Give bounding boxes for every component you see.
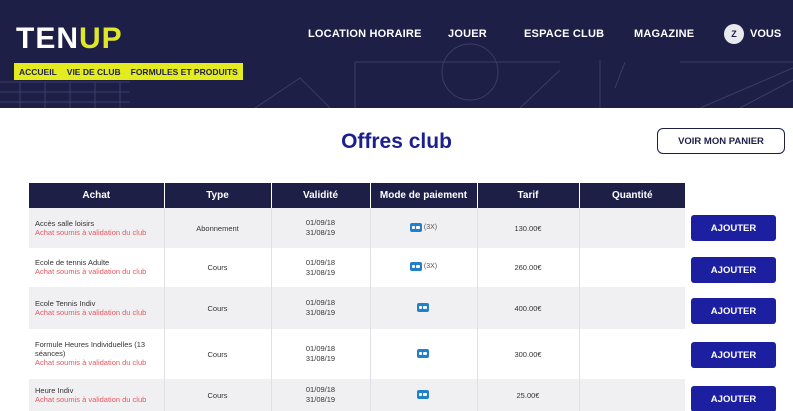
avatar: Z	[724, 24, 744, 44]
cell-tarif: 130.00€	[477, 208, 580, 248]
offer-name: Accès salle loisirs	[35, 218, 95, 228]
cell-tarif: 25.00€	[477, 379, 580, 411]
nav-location-horaire[interactable]: LOCATION HORAIRE	[308, 28, 422, 40]
offer-name: Heure Indiv	[35, 385, 74, 395]
validity-to: 31/08/19	[305, 395, 336, 404]
cell-tarif: 260.00€	[477, 248, 580, 287]
logo-text-up: UP	[79, 22, 123, 55]
validity-to: 31/08/19	[305, 308, 336, 317]
cell-validite: 01/09/18 31/08/19	[271, 248, 371, 287]
validity-from: 01/09/18	[305, 298, 336, 307]
cell-validite: 01/09/18 31/08/19	[271, 329, 371, 379]
validation-note: Achat soumis à validation du club	[35, 227, 147, 237]
add-to-cart-button[interactable]: AJOUTER	[691, 215, 776, 241]
account-label: VOUS	[750, 28, 782, 40]
cell-validite: 01/09/18 31/08/19	[271, 208, 371, 248]
cell-payment: (3X)	[370, 248, 478, 287]
tenup-logo[interactable]: TENUP	[16, 22, 123, 56]
nav-espace-club[interactable]: ESPACE CLUB	[524, 28, 604, 40]
view-cart-button[interactable]: VOIR MON PANIER	[657, 128, 785, 154]
offer-name: Ecole Tennis Indiv	[35, 298, 96, 308]
column-header-achat: Achat	[29, 183, 165, 208]
cell-payment	[370, 329, 478, 379]
validity-to: 31/08/19	[305, 354, 336, 363]
cell-tarif: 300.00€	[477, 329, 580, 379]
offer-name: Formule Heures Individuelles (13 séances…	[35, 340, 146, 358]
payment-multiplier: (3X)	[423, 263, 438, 270]
column-header-type: Type	[164, 183, 272, 208]
cell-quantite[interactable]	[579, 287, 685, 329]
add-to-cart-button[interactable]: AJOUTER	[691, 298, 776, 324]
cell-achat: Heure Indiv Achat soumis à validation du…	[29, 379, 165, 411]
validation-note: Achat soumis à validation du club	[35, 358, 147, 367]
cell-payment	[370, 379, 478, 411]
column-header-mode-paiement: Mode de paiement	[370, 183, 478, 208]
account-menu[interactable]: Z VOUS	[724, 24, 781, 44]
cell-type: Cours	[164, 329, 272, 379]
cell-validite: 01/09/18 31/08/19	[271, 287, 371, 329]
subnav-vie-de-club[interactable]: VIE DE CLUB	[67, 67, 121, 77]
cell-quantite[interactable]	[579, 379, 685, 411]
nav-jouer[interactable]: JOUER	[448, 28, 487, 40]
site-header: TENUP LOCATION HORAIRE JOUER ESPACE CLUB…	[0, 0, 793, 108]
logo-text-ten: TEN	[16, 22, 79, 55]
cell-type: Cours	[164, 379, 272, 411]
credit-card-icon	[416, 389, 429, 399]
column-header-validite: Validité	[271, 183, 371, 208]
sub-navigation: ACCUEIL VIE DE CLUB FORMULES ET PRODUITS	[14, 63, 243, 80]
table-row: Heure Indiv Achat soumis à validation du…	[29, 379, 685, 411]
subnav-formules-et-produits[interactable]: FORMULES ET PRODUITS	[131, 67, 238, 77]
cell-payment: (3X)	[370, 208, 478, 248]
cell-type: Cours	[164, 287, 272, 329]
credit-card-icon	[409, 222, 422, 232]
add-to-cart-button[interactable]: AJOUTER	[691, 257, 776, 283]
cell-tarif: 400.00€	[477, 287, 580, 329]
cell-validite: 01/09/18 31/08/19	[271, 379, 371, 411]
cell-quantite[interactable]	[579, 208, 685, 248]
validity-from: 01/09/18	[305, 257, 336, 267]
cell-achat: Ecole de tennis Adulte Achat soumis à va…	[29, 248, 165, 287]
cell-achat: Accès salle loisirs Achat soumis à valid…	[29, 208, 165, 248]
validity-to: 31/08/19	[305, 228, 336, 237]
validity-to: 31/08/19	[305, 267, 336, 277]
table-row: Formule Heures Individuelles (13 séances…	[29, 329, 685, 379]
offer-name: Ecole de tennis Adulte	[35, 258, 110, 267]
credit-card-icon	[416, 302, 429, 312]
table-header-row: Achat Type Validité Mode de paiement Tar…	[29, 183, 685, 208]
subnav-accueil[interactable]: ACCUEIL	[19, 67, 57, 77]
payment-multiplier: (3X)	[423, 223, 438, 231]
add-to-cart-button[interactable]: AJOUTER	[691, 342, 776, 368]
validation-note: Achat soumis à validation du club	[35, 267, 147, 276]
credit-card-icon	[409, 262, 422, 271]
validation-note: Achat soumis à validation du club	[35, 394, 147, 404]
cell-achat: Ecole Tennis Indiv Achat soumis à valida…	[29, 287, 165, 329]
cell-quantite[interactable]	[579, 329, 685, 379]
table-row: Ecole de tennis Adulte Achat soumis à va…	[29, 248, 685, 287]
validity-from: 01/09/18	[305, 385, 336, 394]
table-row: Accès salle loisirs Achat soumis à valid…	[29, 208, 685, 248]
cell-type: Abonnement	[164, 208, 272, 248]
validity-from: 01/09/18	[305, 218, 336, 227]
cell-achat: Formule Heures Individuelles (13 séances…	[29, 329, 165, 379]
cell-type: Cours	[164, 248, 272, 287]
table-row: Ecole Tennis Indiv Achat soumis à valida…	[29, 287, 685, 329]
column-header-quantite: Quantité	[579, 183, 685, 208]
column-header-tarif: Tarif	[477, 183, 580, 208]
nav-magazine[interactable]: MAGAZINE	[634, 28, 694, 40]
credit-card-icon	[416, 348, 429, 358]
add-to-cart-button[interactable]: AJOUTER	[691, 386, 776, 411]
offers-table: Achat Type Validité Mode de paiement Tar…	[29, 183, 685, 411]
validity-from: 01/09/18	[305, 344, 336, 353]
cell-payment	[370, 287, 478, 329]
validation-note: Achat soumis à validation du club	[35, 307, 147, 317]
cell-quantite[interactable]	[579, 248, 685, 287]
